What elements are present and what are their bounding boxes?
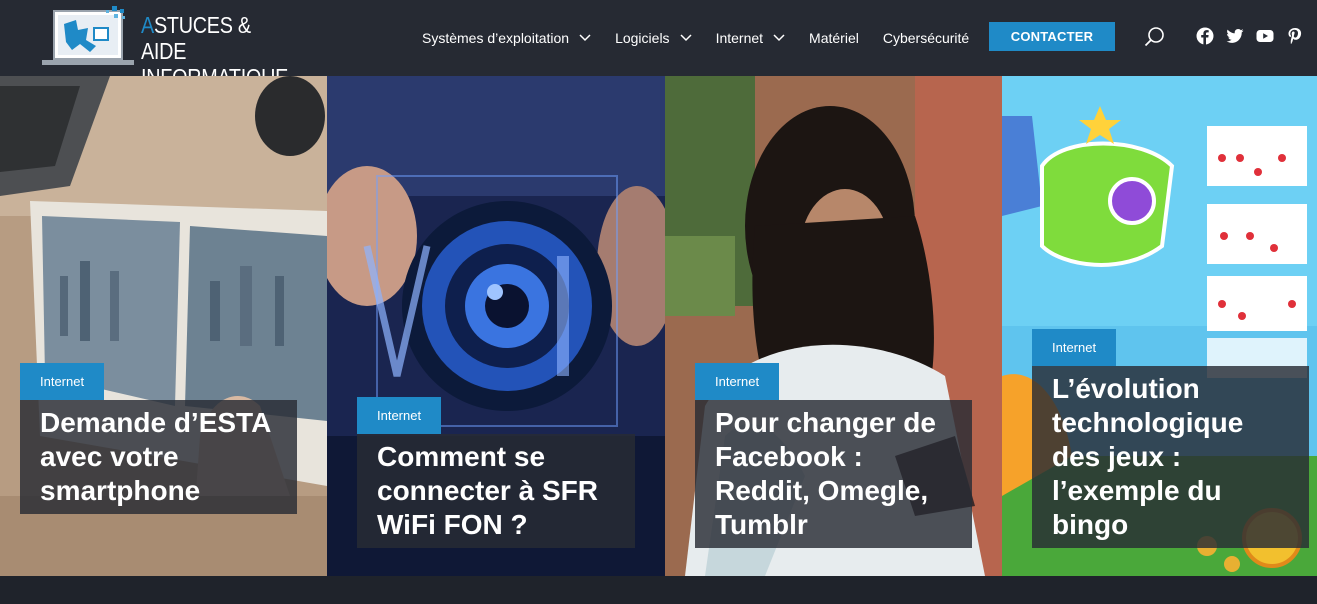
- category-tag[interactable]: Internet: [20, 363, 105, 400]
- featured-articles: Internet Demande d’ESTA avec votre smart…: [0, 76, 1317, 576]
- main-nav: Systèmes d’exploitation Logiciels Intern…: [422, 0, 993, 76]
- article-title[interactable]: Demande d’ESTA avec votre smartphone: [20, 400, 297, 514]
- nav-item-label: Cybersécurité: [882, 30, 970, 46]
- nav-item-cybersecurite[interactable]: Cybersécurité: [883, 30, 969, 46]
- nav-item-label: Logiciels: [615, 30, 670, 46]
- page-footer-strip: [0, 576, 1317, 604]
- site-header: ASTUCES & AIDE INFORMATIQUE Systèmes d’e…: [0, 0, 1317, 90]
- article-title[interactable]: L’évolution technologique des jeux : l’e…: [1032, 366, 1309, 548]
- nav-item-systemes[interactable]: Systèmes d’exploitation: [422, 30, 591, 46]
- site-logo[interactable]: ASTUCES & AIDE INFORMATIQUE: [42, 6, 302, 90]
- nav-item-label: Matériel: [809, 30, 859, 46]
- logo-line1: STUCES & AIDE: [141, 12, 251, 64]
- chevron-down-icon: [579, 34, 591, 42]
- nav-item-internet[interactable]: Internet: [716, 30, 785, 46]
- article-card-4[interactable]: Internet L’évolution technologique des j…: [1002, 76, 1317, 576]
- article-title[interactable]: Comment se connecter à SFR WiFi FON ?: [357, 434, 635, 548]
- article-card-1[interactable]: Internet Demande d’ESTA avec votre smart…: [0, 76, 327, 576]
- youtube-icon[interactable]: [1256, 27, 1274, 45]
- category-tag[interactable]: Internet: [357, 397, 442, 434]
- nav-item-materiel[interactable]: Matériel: [809, 30, 859, 46]
- twitter-icon[interactable]: [1226, 27, 1244, 45]
- chevron-down-icon: [680, 34, 692, 42]
- nav-item-label: Internet: [715, 30, 764, 46]
- pinterest-icon[interactable]: [1286, 27, 1304, 45]
- contact-button[interactable]: CONTACTER: [989, 22, 1115, 51]
- nav-item-logiciels[interactable]: Logiciels: [615, 30, 692, 46]
- search-icon[interactable]: [1144, 26, 1166, 48]
- chevron-down-icon: [773, 34, 785, 42]
- category-tag[interactable]: Internet: [1032, 329, 1117, 366]
- facebook-icon[interactable]: [1196, 27, 1214, 45]
- category-tag[interactable]: Internet: [695, 363, 780, 400]
- logo-first-letter: A: [141, 12, 154, 38]
- nav-item-label: Systèmes d’exploitation: [422, 30, 570, 46]
- article-card-2[interactable]: Internet Comment se connecter à SFR WiFi…: [327, 76, 665, 576]
- article-title[interactable]: Pour changer de Facebook : Reddit, Omegl…: [695, 400, 972, 548]
- article-card-3[interactable]: Internet Pour changer de Facebook : Redd…: [665, 76, 1002, 576]
- logo-icon: [42, 6, 134, 65]
